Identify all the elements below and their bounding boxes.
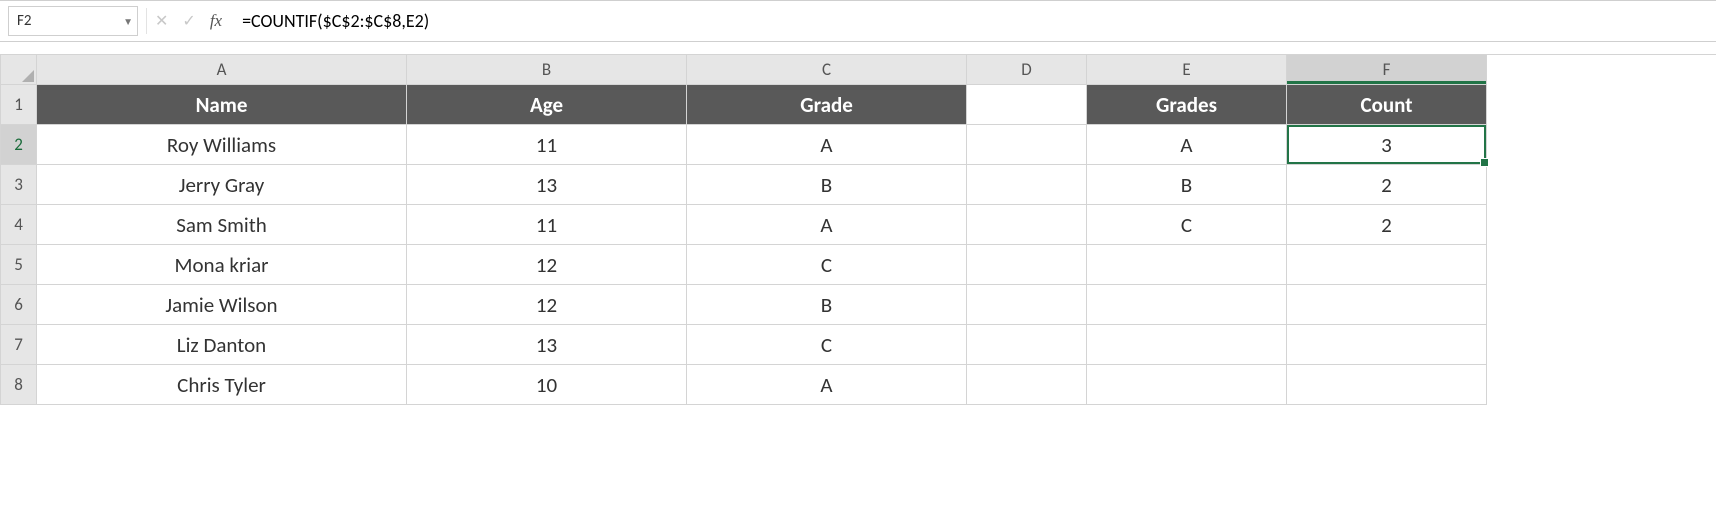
cell-E6[interactable] bbox=[1087, 285, 1287, 325]
cell-D3[interactable] bbox=[967, 165, 1087, 205]
cell-B6[interactable]: 12 bbox=[407, 285, 687, 325]
cell-B3[interactable]: 13 bbox=[407, 165, 687, 205]
cell-C2[interactable]: A bbox=[687, 125, 967, 165]
dropdown-icon[interactable]: ▼ bbox=[123, 15, 133, 28]
name-box[interactable]: F2 ▼ bbox=[8, 6, 138, 36]
cell-E5[interactable] bbox=[1087, 245, 1287, 285]
cell-F6[interactable] bbox=[1287, 285, 1487, 325]
fx-icon[interactable]: fx bbox=[210, 11, 222, 31]
header-grades[interactable]: Grades bbox=[1087, 85, 1287, 125]
cell-E3[interactable]: B bbox=[1087, 165, 1287, 205]
formula-input[interactable] bbox=[236, 6, 1712, 36]
cell-F3[interactable]: 2 bbox=[1287, 165, 1487, 205]
cell-C6[interactable]: B bbox=[687, 285, 967, 325]
formula-bar-icons: ✕ ✓ fx bbox=[155, 11, 222, 31]
col-head-F[interactable]: F bbox=[1287, 55, 1487, 85]
col-head-C[interactable]: C bbox=[687, 55, 967, 85]
row-head-5[interactable]: 5 bbox=[1, 245, 37, 285]
row-head-8[interactable]: 8 bbox=[1, 365, 37, 405]
cell-A8[interactable]: Chris Tyler bbox=[37, 365, 407, 405]
cell-C4[interactable]: A bbox=[687, 205, 967, 245]
cell-B4[interactable]: 11 bbox=[407, 205, 687, 245]
cell-D7[interactable] bbox=[967, 325, 1087, 365]
cell-A7[interactable]: Liz Danton bbox=[37, 325, 407, 365]
cell-D2[interactable] bbox=[967, 125, 1087, 165]
header-age[interactable]: Age bbox=[407, 85, 687, 125]
cell-D8[interactable] bbox=[967, 365, 1087, 405]
cell-A3[interactable]: Jerry Gray bbox=[37, 165, 407, 205]
cell-A2[interactable]: Roy Williams bbox=[37, 125, 407, 165]
header-count[interactable]: Count bbox=[1287, 85, 1487, 125]
col-head-B[interactable]: B bbox=[407, 55, 687, 85]
separator bbox=[146, 8, 147, 34]
cell-C3[interactable]: B bbox=[687, 165, 967, 205]
row-head-3[interactable]: 3 bbox=[1, 165, 37, 205]
cancel-icon[interactable]: ✕ bbox=[155, 11, 168, 31]
cell-C7[interactable]: C bbox=[687, 325, 967, 365]
header-name[interactable]: Name bbox=[37, 85, 407, 125]
row-head-7[interactable]: 7 bbox=[1, 325, 37, 365]
cell-F7[interactable] bbox=[1287, 325, 1487, 365]
name-box-value: F2 bbox=[17, 12, 32, 30]
cell-A5[interactable]: Mona kriar bbox=[37, 245, 407, 285]
row-head-6[interactable]: 6 bbox=[1, 285, 37, 325]
cell-B8[interactable]: 10 bbox=[407, 365, 687, 405]
spreadsheet-grid: A B C D E F 1 Name Age Grade Grades Coun… bbox=[0, 54, 1716, 405]
select-all-corner[interactable] bbox=[1, 55, 37, 85]
cell-F2[interactable]: 3 bbox=[1287, 125, 1487, 165]
col-head-A[interactable]: A bbox=[37, 55, 407, 85]
formula-bar: F2 ▼ ✕ ✓ fx bbox=[0, 0, 1716, 42]
cell-C5[interactable]: C bbox=[687, 245, 967, 285]
cell-F5[interactable] bbox=[1287, 245, 1487, 285]
col-head-E[interactable]: E bbox=[1087, 55, 1287, 85]
col-head-D[interactable]: D bbox=[967, 55, 1087, 85]
cell-F4[interactable]: 2 bbox=[1287, 205, 1487, 245]
cell-C8[interactable]: A bbox=[687, 365, 967, 405]
cell-E8[interactable] bbox=[1087, 365, 1287, 405]
row-head-2[interactable]: 2 bbox=[1, 125, 37, 165]
cell-A6[interactable]: Jamie Wilson bbox=[37, 285, 407, 325]
row-head-1[interactable]: 1 bbox=[1, 85, 37, 125]
cell-D1[interactable] bbox=[967, 85, 1087, 125]
cell-A4[interactable]: Sam Smith bbox=[37, 205, 407, 245]
row-head-4[interactable]: 4 bbox=[1, 205, 37, 245]
cell-F8[interactable] bbox=[1287, 365, 1487, 405]
header-grade[interactable]: Grade bbox=[687, 85, 967, 125]
cell-B7[interactable]: 13 bbox=[407, 325, 687, 365]
cell-E4[interactable]: C bbox=[1087, 205, 1287, 245]
cell-B5[interactable]: 12 bbox=[407, 245, 687, 285]
cell-B2[interactable]: 11 bbox=[407, 125, 687, 165]
cell-D5[interactable] bbox=[967, 245, 1087, 285]
cell-E7[interactable] bbox=[1087, 325, 1287, 365]
cell-D4[interactable] bbox=[967, 205, 1087, 245]
cell-D6[interactable] bbox=[967, 285, 1087, 325]
cell-E2[interactable]: A bbox=[1087, 125, 1287, 165]
enter-icon[interactable]: ✓ bbox=[182, 11, 195, 31]
